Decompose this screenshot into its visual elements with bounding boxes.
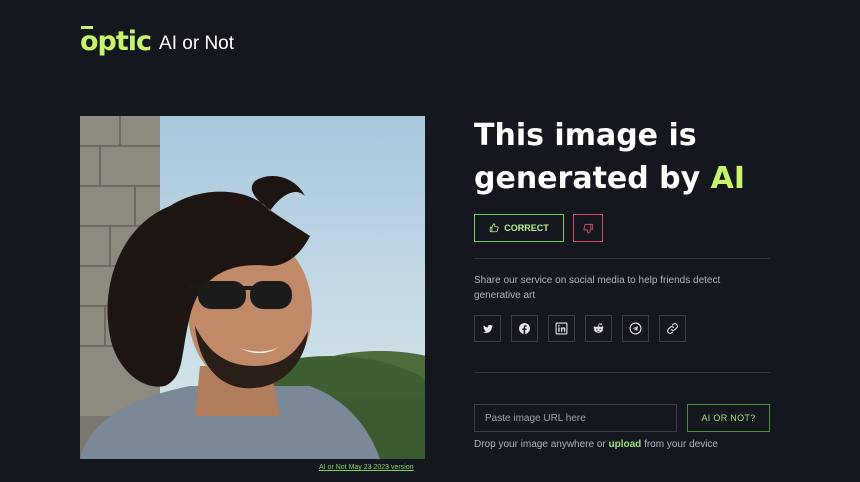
app-name: AI or Not xyxy=(159,32,235,54)
link-icon xyxy=(667,323,678,334)
share-reddit-button[interactable] xyxy=(585,315,612,342)
image-url-input[interactable] xyxy=(474,404,677,432)
correct-button[interactable]: CORRECT xyxy=(474,214,564,242)
divider xyxy=(474,372,770,373)
optic-logo: optic xyxy=(80,26,152,57)
analyzed-image xyxy=(80,116,425,459)
twitter-icon xyxy=(482,324,493,333)
headline-line-2: generated by AI xyxy=(474,161,746,196)
share-description: Share our service on social media to hel… xyxy=(474,275,721,301)
telegram-icon xyxy=(629,322,642,335)
result-headline: This image is generated by AI xyxy=(474,114,745,200)
thumbs-down-icon xyxy=(582,223,593,234)
share-twitter-button[interactable] xyxy=(474,315,501,342)
facebook-icon xyxy=(519,323,530,334)
upload-link[interactable]: upload xyxy=(609,439,642,450)
correct-label: CORRECT xyxy=(504,223,549,233)
drop-instructions: Drop your image anywhere or upload from … xyxy=(474,439,718,450)
app-logo[interactable]: optic AI or Not xyxy=(80,26,235,57)
result-verdict: AI xyxy=(710,161,746,196)
share-telegram-button[interactable] xyxy=(622,315,649,342)
model-version-link[interactable]: AI or Not May 23 2023 version xyxy=(319,464,414,471)
copy-link-button[interactable] xyxy=(659,315,686,342)
portrait-photo xyxy=(80,116,425,459)
thumbs-up-icon xyxy=(490,223,499,233)
drop-suffix: from your device xyxy=(641,439,718,450)
reddit-icon xyxy=(593,323,604,333)
share-facebook-button[interactable] xyxy=(511,315,538,342)
incorrect-button[interactable] xyxy=(573,214,603,242)
headline-line-1: This image is xyxy=(474,118,697,153)
ai-or-not-button[interactable]: AI OR NOT? xyxy=(687,404,770,432)
divider xyxy=(474,258,770,259)
drop-prefix: Drop your image anywhere or xyxy=(474,439,609,450)
share-linkedin-button[interactable] xyxy=(548,315,575,342)
linkedin-icon xyxy=(555,322,568,335)
